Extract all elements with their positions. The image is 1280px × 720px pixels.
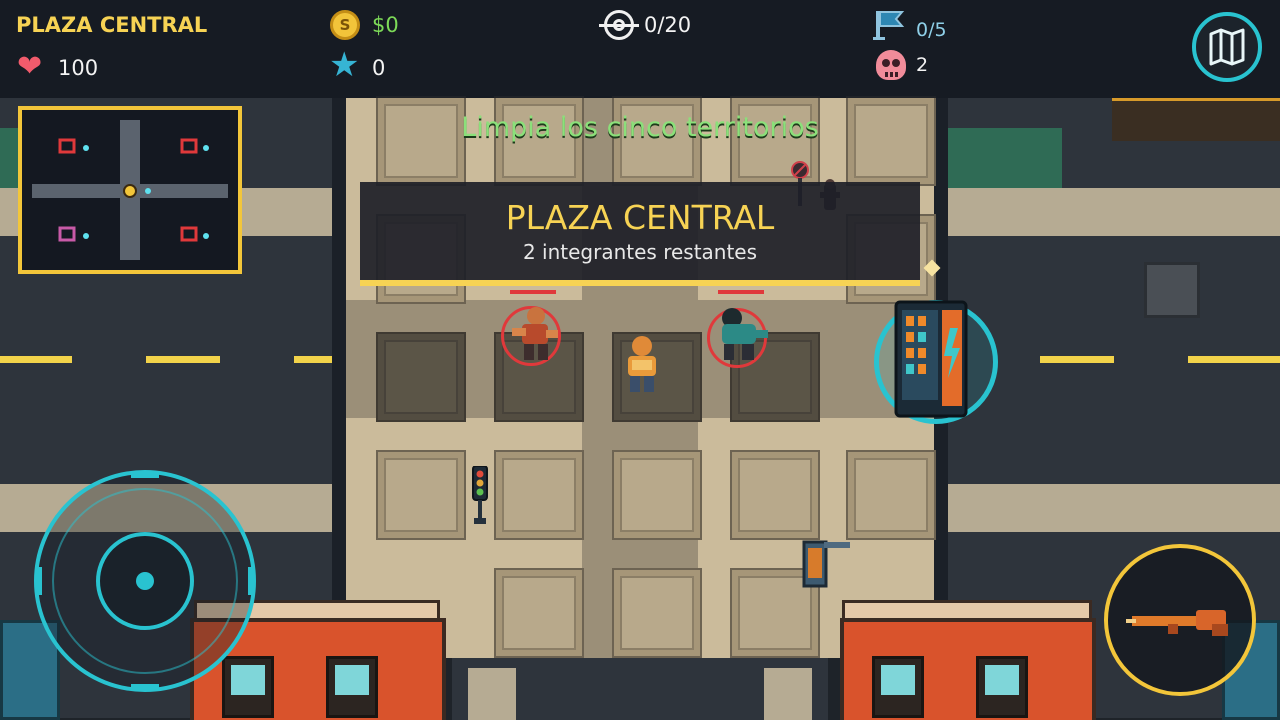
stars-value: 0: [372, 56, 386, 80]
plaza-tile: [494, 450, 584, 540]
money-value: $0: [372, 13, 399, 37]
player-character[interactable]: [616, 332, 666, 396]
plaza-tile: [376, 450, 466, 540]
location-label: PLAZA CENTRAL: [16, 13, 208, 37]
star-icon: ★: [329, 45, 360, 85]
movement-joystick[interactable]: [34, 470, 256, 692]
sidewalk: [764, 668, 812, 720]
minimap-view: [32, 120, 228, 260]
grass-patch: [0, 128, 18, 188]
building-top-right: [1112, 98, 1280, 141]
deaths-counter: 2: [916, 54, 929, 76]
lane-marking: [146, 356, 220, 363]
traffic-light: [472, 466, 488, 524]
lane-marking: [0, 356, 72, 363]
zone-banner-title: PLAZA CENTRAL: [505, 198, 775, 237]
flag-icon: [873, 11, 905, 40]
objective-text: Limpia los cinco territorios: [461, 112, 819, 143]
plaza-tile: [494, 568, 584, 658]
vending-machine[interactable]: [892, 298, 972, 422]
zone-banner-subtitle: 2 integrantes restantes: [522, 240, 758, 264]
crosshair-icon: [599, 10, 639, 40]
skull-icon: [876, 50, 906, 80]
lane-marking: [1040, 356, 1114, 363]
grass-patch: [948, 128, 1062, 188]
hud-top-bar: PLAZA CENTRAL ❤ 100 S $0 ★ 0 0/20 0/5 2: [0, 0, 1280, 98]
enemy-brawler[interactable]: [506, 302, 558, 364]
plaza-tile: [612, 568, 702, 658]
dumpster: [1144, 262, 1200, 318]
trash-bin: [802, 540, 850, 588]
building-window: [326, 656, 378, 718]
lane-marking: [294, 356, 332, 363]
enemy-health-bar: [718, 290, 764, 294]
sidewalk: [948, 188, 1280, 236]
building-window: [872, 656, 924, 718]
heart-icon: ❤: [17, 49, 43, 84]
minimap-territory: [58, 138, 76, 154]
fire-button[interactable]: [1104, 544, 1256, 696]
plaza-tile: [376, 332, 466, 422]
lane-marking: [1188, 356, 1280, 363]
sidewalk: [468, 668, 516, 720]
rifle-icon: [1126, 610, 1228, 636]
joystick-graphic: [36, 472, 254, 690]
coin-icon: S: [330, 10, 360, 40]
plaza-tile: [846, 450, 936, 540]
enemy-hoodie[interactable]: [708, 302, 772, 364]
map-button[interactable]: [1192, 12, 1262, 82]
building-window: [976, 656, 1028, 718]
territories-counter: 0/5: [916, 19, 947, 41]
zone-banner: PLAZA CENTRAL 2 integrantes restantes: [360, 182, 920, 286]
map-icon: [1209, 28, 1245, 66]
minimap[interactable]: [18, 106, 242, 274]
sidewalk: [948, 484, 1280, 532]
plaza-tile: [730, 450, 820, 540]
plaza-tile: [612, 450, 702, 540]
kills-counter: 0/20: [644, 13, 692, 37]
enemy-health-bar: [510, 290, 556, 294]
health-value: 100: [58, 56, 99, 80]
